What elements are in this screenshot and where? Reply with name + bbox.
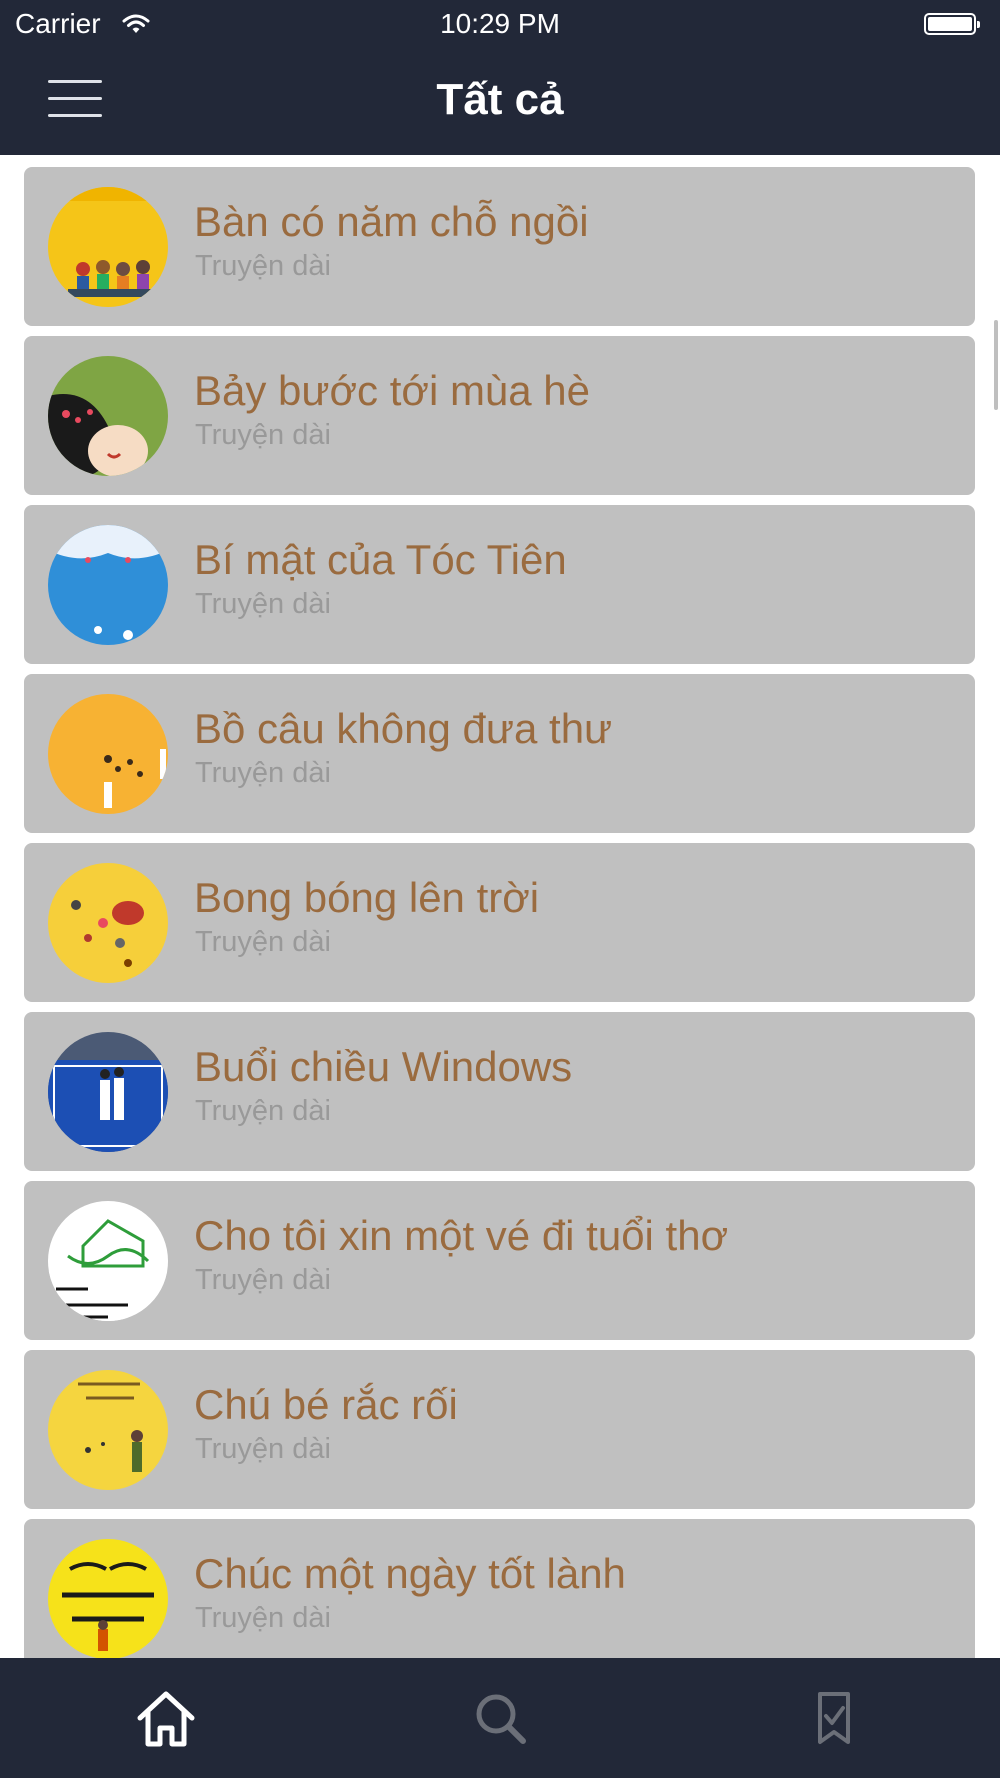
story-title: Buổi chiều Windows: [194, 1043, 573, 1090]
scroll-indicator[interactable]: [994, 320, 998, 410]
book-cover-image: [48, 1032, 168, 1152]
story-title: Bí mật của Tóc Tiên: [194, 536, 567, 583]
bookmark-icon: [818, 1692, 850, 1744]
list-item[interactable]: Bong bóng lên trời Truyện dài: [24, 843, 975, 1002]
list-item[interactable]: Chúc một ngày tốt lành Truyện dài: [24, 1519, 975, 1658]
story-category: Truyện dài: [195, 1433, 331, 1465]
story-category: Truyện dài: [195, 1095, 331, 1127]
search-icon: [476, 1694, 526, 1744]
list-item[interactable]: Buổi chiều Windows Truyện dài: [24, 1012, 975, 1171]
tab-bar: [0, 1658, 1000, 1778]
story-title: Bảy bước tới mùa hè: [194, 367, 591, 414]
navigation-bar: Tất cả: [0, 50, 1000, 155]
list-item[interactable]: Bàn có năm chỗ ngồi Truyện dài: [24, 167, 975, 326]
story-title: Cho tôi xin một vé đi tuổi thơ: [194, 1212, 729, 1259]
list-item[interactable]: Bồ câu không đưa thư Truyện dài: [24, 674, 975, 833]
status-time: 10:29 PM: [440, 8, 560, 39]
book-cover-image: [48, 525, 168, 645]
page-title: Tất cả: [436, 75, 564, 124]
book-cover-image: [48, 1370, 168, 1490]
home-icon: [137, 1691, 195, 1747]
status-bar: Carrier 10:29 PM: [0, 0, 1000, 50]
tab-home[interactable]: [126, 1678, 206, 1758]
tab-bookmarks[interactable]: [794, 1678, 874, 1758]
story-category: Truyện dài: [195, 1264, 331, 1296]
book-cover-image: [48, 863, 168, 983]
list-item[interactable]: Bí mật của Tóc Tiên Truyện dài: [24, 505, 975, 664]
story-list[interactable]: Bàn có năm chỗ ngồi Truyện dài Bảy bước …: [0, 155, 1000, 1658]
tab-search[interactable]: [460, 1678, 540, 1758]
story-category: Truyện dài: [195, 250, 331, 282]
book-cover-image: [48, 187, 168, 307]
book-cover-image: [48, 694, 168, 814]
list-item[interactable]: Chú bé rắc rối Truyện dài: [24, 1350, 975, 1509]
list-item[interactable]: Cho tôi xin một vé đi tuổi thơ Truyện dà…: [24, 1181, 975, 1340]
story-title: Bong bóng lên trời: [194, 874, 540, 921]
story-title: Chúc một ngày tốt lành: [194, 1550, 626, 1597]
story-category: Truyện dài: [195, 926, 331, 958]
story-title: Chú bé rắc rối: [194, 1381, 458, 1428]
story-category: Truyện dài: [195, 1602, 331, 1634]
story-category: Truyện dài: [195, 419, 331, 451]
story-category: Truyện dài: [195, 757, 331, 789]
story-category: Truyện dài: [195, 588, 331, 620]
list-item[interactable]: Bảy bước tới mùa hè Truyện dài: [24, 336, 975, 495]
book-cover-image: [48, 1201, 168, 1321]
battery-icon: [924, 13, 980, 35]
book-cover-image: [48, 1539, 168, 1658]
book-cover-image: [48, 356, 168, 476]
story-title: Bồ câu không đưa thư: [194, 705, 613, 752]
story-title: Bàn có năm chỗ ngồi: [194, 198, 589, 245]
